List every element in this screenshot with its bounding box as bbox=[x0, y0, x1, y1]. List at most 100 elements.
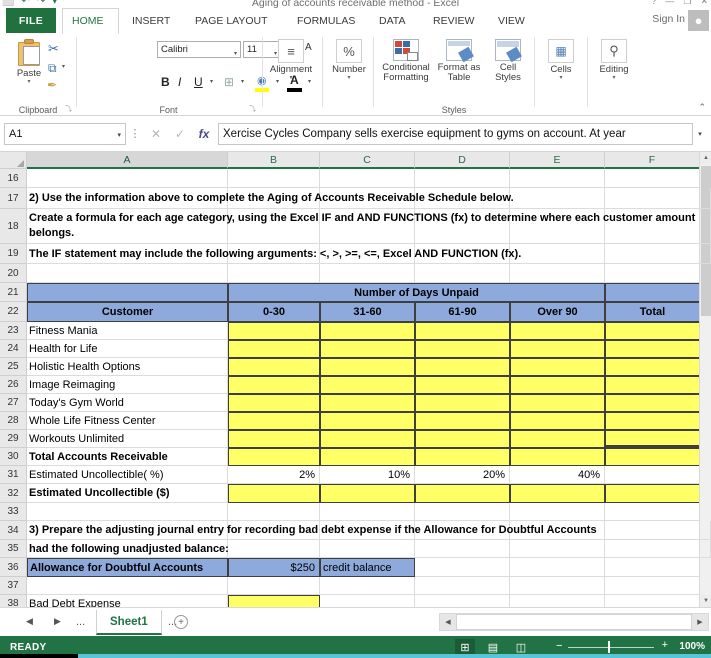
cell-empty[interactable] bbox=[605, 558, 700, 577]
row-header-35[interactable]: 35 bbox=[0, 540, 27, 558]
cell-empty[interactable] bbox=[510, 595, 605, 607]
cell-input[interactable] bbox=[605, 376, 700, 394]
row-header-22[interactable]: 22 bbox=[0, 302, 27, 322]
cell-empty[interactable] bbox=[605, 169, 700, 188]
cell-input[interactable] bbox=[320, 484, 415, 503]
cell-40[interactable]: 40% bbox=[510, 466, 605, 484]
cells-button[interactable]: ▦ Cells ▾ bbox=[535, 39, 587, 81]
cell-today-s-gym-world[interactable]: Today's Gym World bbox=[27, 394, 228, 412]
tab-data[interactable]: DATA bbox=[370, 8, 414, 34]
formula-input[interactable]: Xercise Cycles Company sells exercise eq… bbox=[218, 122, 693, 145]
number-button[interactable]: % Number ▾ bbox=[323, 39, 375, 81]
cell-empty[interactable] bbox=[605, 577, 700, 595]
cell-image-reimaging[interactable]: Image Reimaging bbox=[27, 376, 228, 394]
row-header-26[interactable]: 26 bbox=[0, 376, 27, 394]
name-box-caret-icon[interactable]: ▾ bbox=[117, 131, 121, 139]
cell-input[interactable] bbox=[228, 394, 320, 412]
cell-10[interactable]: 10% bbox=[320, 466, 415, 484]
cell-input[interactable] bbox=[510, 340, 605, 358]
cell-input[interactable] bbox=[320, 322, 415, 340]
tab-formulas[interactable]: FORMULAS bbox=[288, 8, 364, 34]
cell-empty[interactable] bbox=[415, 264, 510, 283]
cell-empty[interactable] bbox=[320, 577, 415, 595]
borders-icon[interactable]: ⊞ bbox=[224, 75, 234, 89]
restore-icon[interactable]: ❐ bbox=[683, 0, 691, 7]
cell-input[interactable] bbox=[228, 412, 320, 430]
cell-empty[interactable] bbox=[510, 169, 605, 188]
normal-view-icon[interactable]: ⊞ bbox=[455, 639, 475, 655]
cell-empty[interactable] bbox=[605, 503, 700, 521]
clipboard-dialog-launcher[interactable]: ⤵ bbox=[65, 104, 72, 114]
cell-empty[interactable] bbox=[27, 169, 228, 188]
select-all-corner[interactable] bbox=[0, 152, 27, 169]
cell-empty[interactable] bbox=[228, 264, 320, 283]
copy-caret-icon[interactable]: ▾ bbox=[62, 63, 65, 70]
hscroll-left-icon[interactable]: ◀ bbox=[440, 614, 456, 630]
first-sheet-icon[interactable]: ◀ bbox=[26, 616, 33, 627]
page-layout-view-icon[interactable]: ▤ bbox=[483, 639, 503, 655]
cell-number-of-days-unpaid[interactable]: Number of Days Unpaid bbox=[228, 283, 605, 302]
tab-insert[interactable]: INSERT bbox=[123, 8, 179, 34]
row-header-18[interactable]: 18 bbox=[0, 209, 27, 244]
cell-input[interactable] bbox=[510, 430, 605, 448]
cell-input[interactable] bbox=[228, 358, 320, 376]
row-header-28[interactable]: 28 bbox=[0, 412, 27, 430]
tab-home[interactable]: HOME bbox=[62, 8, 119, 34]
cell-input[interactable] bbox=[605, 412, 700, 430]
bold-button[interactable]: B bbox=[161, 75, 170, 89]
cell-input[interactable] bbox=[228, 340, 320, 358]
cancel-formula-icon[interactable]: ✕ bbox=[144, 123, 168, 145]
cell-input[interactable] bbox=[510, 322, 605, 340]
cell-input[interactable] bbox=[605, 430, 700, 448]
cell-input[interactable] bbox=[320, 376, 415, 394]
cell-holistic-health-options[interactable]: Holistic Health Options bbox=[27, 358, 228, 376]
cell-input[interactable] bbox=[320, 394, 415, 412]
cell-input[interactable] bbox=[605, 484, 700, 503]
horizontal-scrollbar[interactable]: ◀ ▶ bbox=[439, 613, 709, 631]
row-header-21[interactable]: 21 bbox=[0, 283, 27, 302]
cell-input[interactable] bbox=[510, 412, 605, 430]
cell-credit-balance[interactable]: credit balance bbox=[320, 558, 415, 577]
row-header-29[interactable]: 29 bbox=[0, 430, 27, 448]
font-name-caret-icon[interactable]: ▾ bbox=[234, 47, 237, 61]
cell-empty[interactable] bbox=[228, 577, 320, 595]
format-as-table-button[interactable]: Format as Table bbox=[434, 39, 484, 83]
row-header-32[interactable]: 32 bbox=[0, 484, 27, 503]
row-header-30[interactable]: 30 bbox=[0, 448, 27, 466]
borders-caret-icon[interactable]: ▾ bbox=[241, 78, 244, 85]
cell-estimated-uncollectible[interactable]: Estimated Uncollectible( %) bbox=[27, 466, 228, 484]
cell-input[interactable] bbox=[228, 430, 320, 448]
underline-caret-icon[interactable]: ▾ bbox=[210, 78, 213, 85]
format-painter-icon[interactable]: ✒ bbox=[47, 78, 57, 92]
cell-empty[interactable] bbox=[228, 503, 320, 521]
cell-input[interactable] bbox=[510, 358, 605, 376]
hscroll-right-icon[interactable]: ▶ bbox=[692, 614, 708, 630]
cell-input[interactable] bbox=[228, 376, 320, 394]
help-icon[interactable]: ? bbox=[651, 0, 656, 7]
paste-button[interactable]: Paste ▾ bbox=[8, 37, 50, 97]
cell-input[interactable] bbox=[228, 448, 320, 466]
font-name-input[interactable]: Calibri ▾ bbox=[157, 41, 241, 58]
page-break-view-icon[interactable]: ◫ bbox=[511, 639, 531, 655]
alignment-caret-icon[interactable]: ▾ bbox=[289, 75, 292, 81]
sheet-tab-sheet1[interactable]: Sheet1 bbox=[96, 610, 162, 635]
tab-review[interactable]: REVIEW bbox=[424, 8, 483, 34]
cell-had-the-following-unadjusted-balance[interactable]: had the following unadjusted balance: bbox=[27, 540, 711, 558]
cell-empty[interactable] bbox=[27, 503, 228, 521]
cell-input[interactable] bbox=[605, 466, 700, 484]
cell-input[interactable] bbox=[605, 283, 700, 302]
italic-button[interactable]: I bbox=[178, 75, 181, 89]
cell-input[interactable] bbox=[510, 484, 605, 503]
scroll-up-icon[interactable]: ▲ bbox=[700, 152, 711, 164]
window-controls[interactable]: ? — ❐ ✕ bbox=[651, 0, 708, 7]
cell-health-for-life[interactable]: Health for Life bbox=[27, 340, 228, 358]
cell-250[interactable]: $250 bbox=[228, 558, 320, 577]
row-header-31[interactable]: 31 bbox=[0, 466, 27, 484]
zoom-out-icon[interactable]: − bbox=[556, 640, 562, 652]
cell-input[interactable] bbox=[228, 595, 320, 607]
column-header-e[interactable]: E bbox=[510, 152, 605, 169]
cell-empty[interactable] bbox=[228, 169, 320, 188]
cell-estimated-uncollectible[interactable]: Estimated Uncollectible ($) bbox=[27, 484, 228, 503]
cell-empty[interactable] bbox=[415, 558, 510, 577]
cell-3-prepare-the-adjusting-journal-entr[interactable]: 3) Prepare the adjusting journal entry f… bbox=[27, 521, 711, 540]
